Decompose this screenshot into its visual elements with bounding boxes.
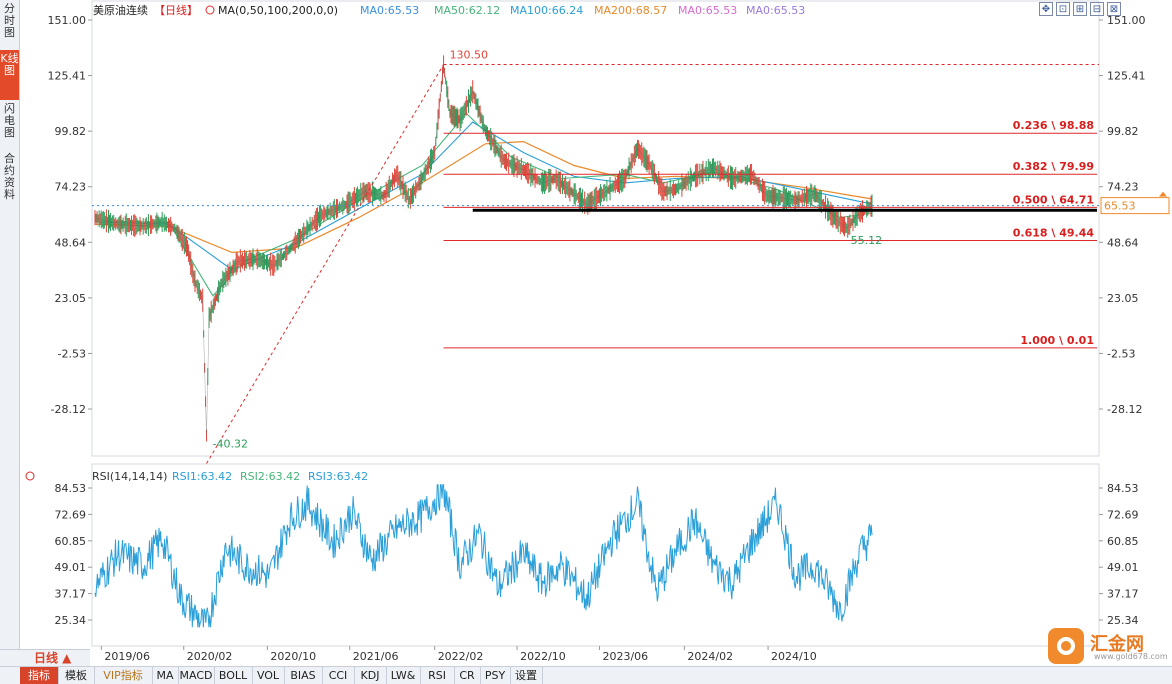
price-tick-label-left: 48.64 <box>55 236 87 249</box>
indicator-tab-10[interactable]: LW& <box>386 667 421 684</box>
rsi-line <box>94 484 873 628</box>
price-tick-label-left: 99.82 <box>55 125 87 138</box>
fib-level-label: 0.382 \ 79.99 <box>1013 160 1094 173</box>
period-tag: 【日线】 <box>154 3 198 17</box>
rsi-value-1: RSI2:63.42 <box>240 470 300 483</box>
side-tab-0[interactable]: 分时图 <box>0 0 19 50</box>
ma-value-0: MA0:65.53 <box>360 4 419 17</box>
price-tick-label-left: 125.41 <box>48 70 87 83</box>
rsi-tick-label-left: 25.34 <box>55 614 87 627</box>
ma-value-5: MA0:65.53 <box>746 4 805 17</box>
price-tick-label-right: 74.23 <box>1107 181 1139 194</box>
toolbar-icon-4[interactable]: ⊠ <box>1107 2 1121 16</box>
logo-icon <box>1048 628 1084 664</box>
price-tick-label-left: -28.12 <box>51 403 86 416</box>
indicator-tab-12[interactable]: CR <box>454 667 481 684</box>
indicator-tab-2[interactable]: VIP指标 <box>94 667 153 684</box>
indicator-tab-4[interactable]: MACD <box>178 667 215 684</box>
add-indicator-icon[interactable] <box>205 5 215 15</box>
symbol-name: 美原油连续 <box>93 3 148 17</box>
ma-value-1: MA50:62.12 <box>434 4 500 17</box>
indicator-tab-6[interactable]: VOL <box>252 667 285 684</box>
ma-value-3: MA200:68.57 <box>594 4 667 17</box>
indicator-tab-9[interactable]: KDJ <box>354 667 387 684</box>
price-tick-label-right: 99.82 <box>1107 125 1139 138</box>
indicator-tab-5[interactable]: BOLL <box>214 667 253 684</box>
ma-label: MA(0,50,100,200,0,0) <box>218 4 338 17</box>
indicator-tab-0[interactable]: 指标 <box>20 667 59 684</box>
recent-low-label: 55.12 <box>851 234 883 247</box>
ma-value-2: MA100:66.24 <box>510 4 583 17</box>
indicator-tab-14[interactable]: 设置 <box>510 667 543 684</box>
rsi-value-2: RSI3:63.42 <box>308 470 368 483</box>
rsi-label: RSI(14,14,14) <box>92 470 167 483</box>
fib-level-label: 1.000 \ 0.01 <box>1020 334 1094 347</box>
rsi-tick-label-right: 37.17 <box>1107 588 1139 601</box>
x-tick-label: 2019/06 <box>104 650 150 663</box>
rsi-tick-label-left: 72.69 <box>55 508 87 521</box>
rsi-panel-frame <box>91 463 1100 647</box>
x-tick-label: 2021/06 <box>353 650 399 663</box>
rsi-value-0: RSI1:63.42 <box>172 470 232 483</box>
price-tick-label-left: 74.23 <box>55 181 87 194</box>
brand-logo: 汇金网 www.gold678.com <box>1048 624 1168 664</box>
rsi-tick-label-left: 60.85 <box>55 535 87 548</box>
x-tick-label: 2022/02 <box>438 650 484 663</box>
toolbar-icon-3[interactable]: ⊟ <box>1090 2 1104 16</box>
rsi-tick-label-right: 84.53 <box>1107 482 1139 495</box>
rsi-tick-label-right: 60.85 <box>1107 535 1139 548</box>
side-tab-bar: 分时图 K线图 闪电图 合约资料 <box>0 0 20 683</box>
indicator-tab-8[interactable]: CCI <box>322 667 355 684</box>
rsi-tick-label-left: 37.17 <box>55 588 87 601</box>
toolbar-icon-0[interactable]: ✥ <box>1039 2 1053 16</box>
price-panel-frame <box>91 0 1100 457</box>
x-tick-label: 2023/06 <box>602 650 648 663</box>
ma200-line <box>94 140 873 254</box>
ma100-line <box>94 121 873 271</box>
fib-level-label: 0.500 \ 64.71 <box>1013 193 1094 206</box>
fib-level-label: 0.618 \ 49.44 <box>1013 227 1095 240</box>
logo-url: www.gold678.com <box>1094 652 1168 661</box>
indicator-tab-11[interactable]: RSI <box>420 667 455 684</box>
ma-value-4: MA0:65.53 <box>678 4 737 17</box>
price-tick-label-right: 23.05 <box>1107 292 1139 305</box>
x-tick-label: 2024/02 <box>687 650 733 663</box>
price-tick-label-left: 23.05 <box>55 292 87 305</box>
indicator-tab-13[interactable]: PSY <box>480 667 511 684</box>
price-tick-label-right: -28.12 <box>1107 403 1142 416</box>
side-tab-3[interactable]: 合约资料 <box>0 150 19 212</box>
toolbar-icon-1[interactable]: ⊡ <box>1056 2 1070 16</box>
chart-toolbar: ✥ ⊡ ⊞ ⊟ ⊠ <box>1036 2 1121 16</box>
x-tick-label: 2020/02 <box>187 650 233 663</box>
current-price-arrow-icon <box>1159 191 1167 197</box>
price-tick-label-right: 48.64 <box>1107 236 1139 249</box>
indicator-tab-bar: 指标 模板 VIP指标 MA MACD BOLL VOL BIAS CCI KDJ LW& RSI CR… <box>0 666 1172 684</box>
price-tick-label-right: -2.53 <box>1107 347 1135 360</box>
fib-level-label: 0.236 \ 98.88 <box>1013 119 1094 132</box>
side-tab-2[interactable]: 闪电图 <box>0 100 19 150</box>
low-label: -40.32 <box>213 437 248 450</box>
x-tick-label: 2022/10 <box>520 650 566 663</box>
indicator-tab-1[interactable]: 模板 <box>58 667 95 684</box>
indicator-tab-7[interactable]: BIAS <box>284 667 323 684</box>
x-tick-label: 2020/10 <box>270 650 316 663</box>
period-button[interactable]: 日线 ▲ <box>0 649 90 666</box>
price-tick-label-left: 151.00 <box>48 14 87 27</box>
rsi-tick-label-left: 49.01 <box>55 561 87 574</box>
rsi-tick-label-right: 49.01 <box>1107 561 1139 574</box>
ma50-line <box>95 112 873 297</box>
rsi-tick-label-left: 84.53 <box>55 482 87 495</box>
side-tab-1[interactable]: K线图 <box>0 50 19 100</box>
current-price-label: 65.53 <box>1104 200 1136 213</box>
price-chart[interactable]: 0.236 \ 98.88 0.382 \ 79.99 0.500 \ 64.71 0… <box>19 0 1172 666</box>
x-tick-label: 2024/10 <box>771 650 817 663</box>
indicator-tab-3[interactable]: MA <box>152 667 179 684</box>
high-label: 130.50 <box>450 49 489 62</box>
rsi-settings-icon[interactable] <box>25 471 35 481</box>
rsi-tick-label-right: 72.69 <box>1107 508 1139 521</box>
price-tick-label-left: -2.53 <box>58 347 86 360</box>
price-tick-label-right: 125.41 <box>1107 70 1146 83</box>
toolbar-icon-2[interactable]: ⊞ <box>1073 2 1087 16</box>
